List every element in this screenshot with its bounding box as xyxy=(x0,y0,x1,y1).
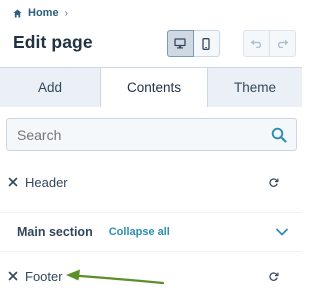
mobile-icon xyxy=(202,37,210,50)
refresh-icon[interactable] xyxy=(268,177,279,188)
redo-icon xyxy=(277,39,289,48)
search-icon[interactable] xyxy=(271,127,287,143)
breadcrumb-home-link[interactable]: Home xyxy=(28,7,59,19)
header-section-label: Header xyxy=(25,174,68,190)
tab-add[interactable]: Add xyxy=(0,67,101,107)
desktop-preview-button[interactable] xyxy=(167,30,194,57)
search-box xyxy=(6,118,297,151)
undo-icon xyxy=(250,39,261,48)
footer-section-row[interactable]: Footer xyxy=(0,266,302,286)
close-icon[interactable] xyxy=(8,177,18,187)
chevron-down-icon[interactable] xyxy=(276,228,288,236)
desktop-icon xyxy=(174,38,186,49)
footer-section-label: Footer xyxy=(25,268,63,284)
sidebar-tabs: Add Contents Theme xyxy=(0,67,302,108)
collapse-all-link[interactable]: Collapse all xyxy=(109,226,170,238)
main-section-row[interactable]: Main section Collapse all xyxy=(0,212,302,252)
main-section-label: Main section xyxy=(17,225,93,239)
device-preview-toggle xyxy=(167,30,220,57)
close-icon[interactable] xyxy=(8,271,18,281)
search-input[interactable] xyxy=(17,126,271,143)
undo-button[interactable] xyxy=(243,30,270,57)
redo-button[interactable] xyxy=(269,30,296,57)
header-section-row[interactable]: Header xyxy=(0,172,302,192)
chevron-right-icon: › xyxy=(64,7,68,19)
page-title: Edit page xyxy=(13,32,93,52)
tab-contents[interactable]: Contents xyxy=(101,67,207,108)
tab-theme[interactable]: Theme xyxy=(207,67,302,107)
refresh-icon[interactable] xyxy=(268,271,279,282)
mobile-preview-button[interactable] xyxy=(193,30,220,57)
home-icon[interactable] xyxy=(13,8,22,18)
breadcrumb: Home › xyxy=(13,6,68,20)
history-controls xyxy=(243,30,296,57)
